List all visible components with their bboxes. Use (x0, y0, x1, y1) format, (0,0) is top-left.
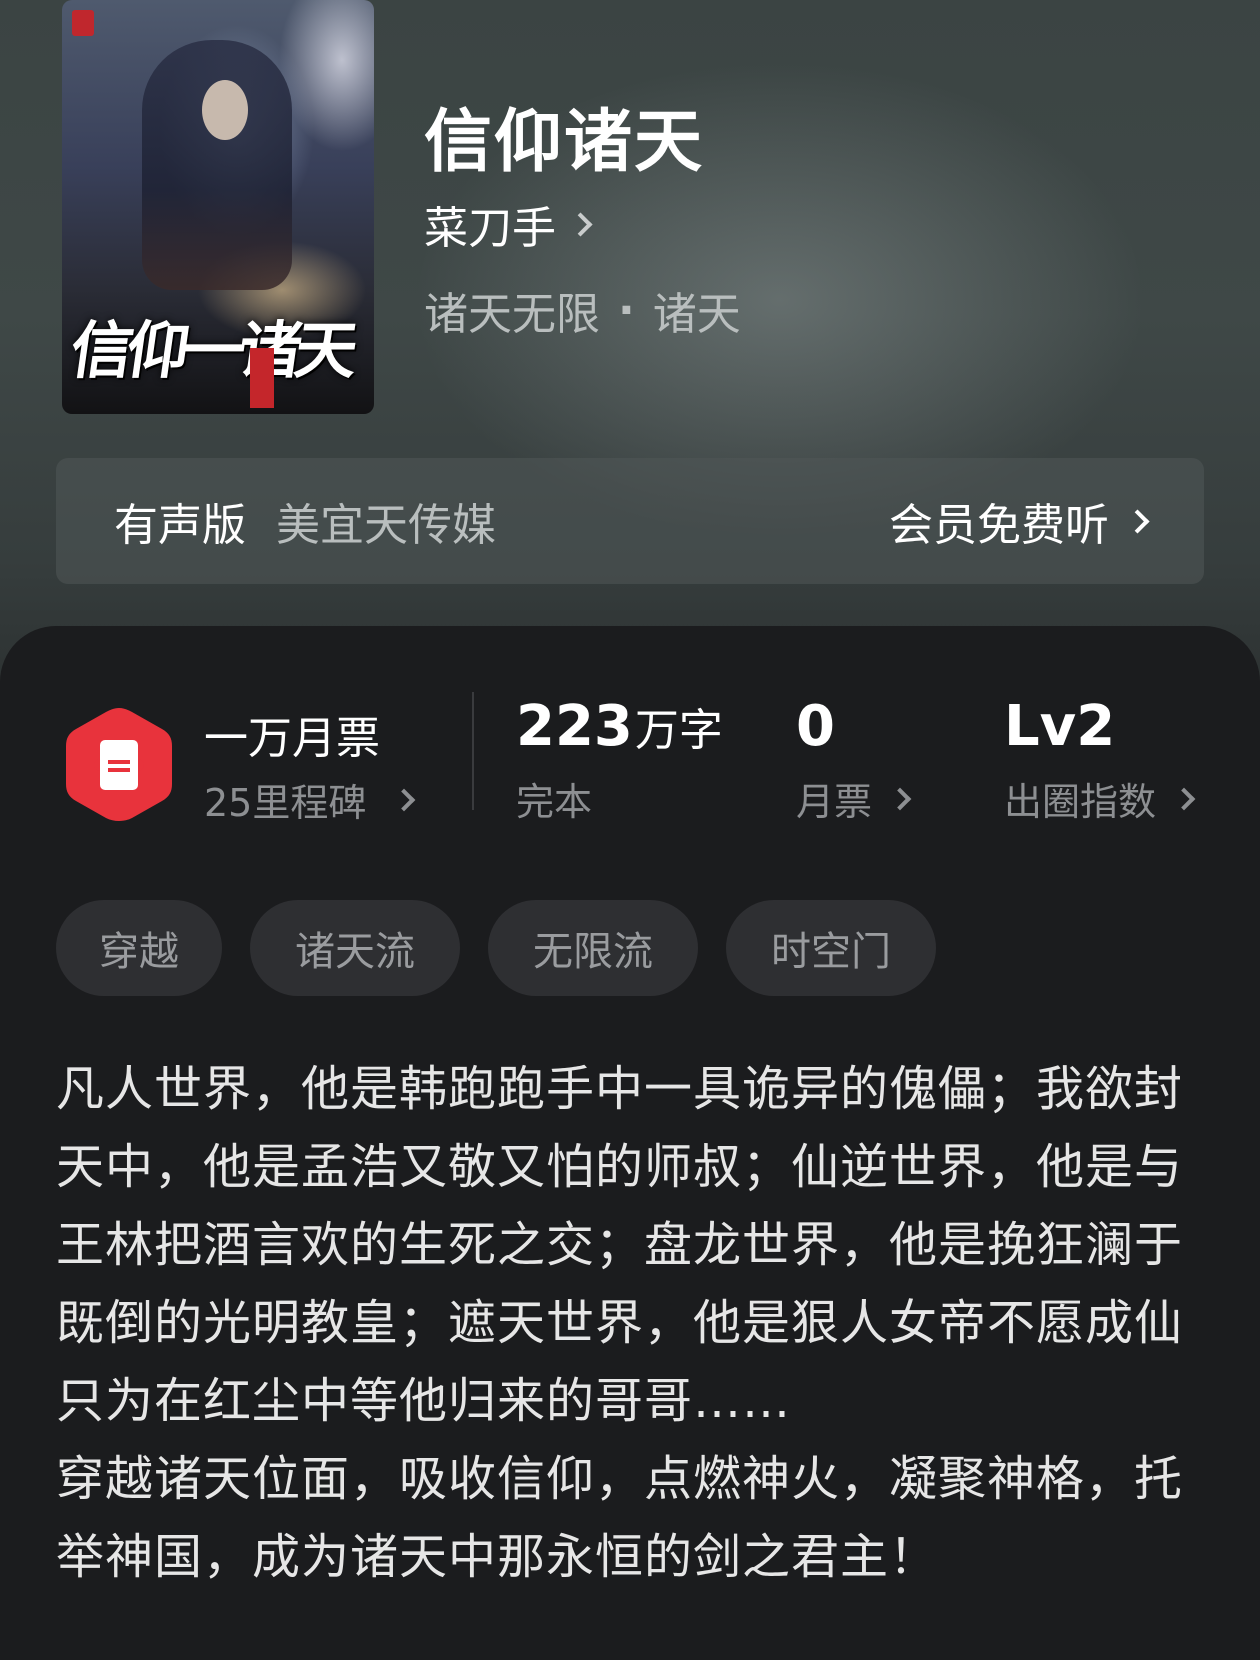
monthly-votes-label: 月票 (796, 780, 873, 824)
chevron-right-icon (1125, 508, 1150, 534)
member-free-listen-label: 会员免费听 (889, 500, 1109, 551)
genre-subcategory: 诸天 (652, 289, 741, 340)
stat-influence-index[interactable]: Lv2 出圈指数 (1004, 694, 1196, 826)
cover-seal-stamp (250, 348, 274, 408)
genre-info: 诸天无限 · 诸天 (424, 278, 741, 342)
publisher-logo-icon (72, 10, 94, 36)
ticket-milestone-subtitle: 25里程碑 (204, 781, 367, 825)
chevron-right-icon (393, 788, 416, 811)
influence-index-label: 出圈指数 (1004, 780, 1157, 824)
tag-chip[interactable]: 诸天流 (250, 900, 460, 996)
member-free-listen-button[interactable]: 会员免费听 (889, 489, 1150, 553)
chevron-right-icon (1172, 787, 1196, 810)
book-cover[interactable]: 信仰一诸天 (62, 0, 374, 414)
monthly-ticket-icon[interactable] (62, 704, 176, 826)
tag-list: 穿越 诸天流 无限流 时空门 (56, 900, 936, 996)
cover-character-face (202, 80, 248, 140)
genre-separator: · (618, 284, 635, 336)
author-link[interactable]: 菜刀手 (424, 196, 593, 254)
synopsis-paragraph: 穿越诸天位面，吸收信仰，点燃神火，凝聚神格，托举神国，成为诸天中那永恒的剑之君主… (56, 1451, 1184, 1585)
tag-chip[interactable]: 无限流 (488, 900, 698, 996)
audio-version-label: 有声版 (114, 500, 246, 551)
book-synopsis[interactable]: 凡人世界，他是韩跑跑手中一具诡异的傀儡；我欲封天中，他是孟浩又敬又怕的师叔；仙逆… (56, 1050, 1206, 1596)
ticket-milestone-title[interactable]: 一万月票 (204, 702, 380, 766)
monthly-votes-value: 0 (796, 694, 835, 759)
author-name: 菜刀手 (424, 203, 556, 254)
chevron-right-icon (888, 787, 912, 810)
audio-publisher: 美宜天传媒 (276, 500, 496, 551)
influence-index-value: Lv2 (1004, 694, 1116, 759)
stats-divider (472, 692, 474, 810)
book-title: 信仰诸天 (424, 102, 705, 182)
completion-status: 完本 (516, 780, 593, 824)
chevron-right-icon (568, 211, 593, 237)
tag-chip[interactable]: 时空门 (726, 900, 936, 996)
genre-category: 诸天无限 (424, 289, 600, 340)
word-count-value: 223 (516, 694, 633, 759)
ticket-milestone-link[interactable]: 25里程碑 (204, 772, 416, 827)
audio-version-bar[interactable]: 有声版 美宜天传媒 会员免费听 (56, 458, 1204, 584)
stat-word-count: 223 万字 完本 (516, 694, 723, 826)
word-count-unit: 万字 (634, 705, 723, 756)
tag-chip[interactable]: 穿越 (56, 900, 222, 996)
cover-character-figure (142, 40, 292, 290)
cover-title-art: 信仰一诸天 (66, 314, 357, 387)
stat-monthly-votes[interactable]: 0 月票 (796, 694, 912, 826)
synopsis-paragraph: 凡人世界，他是韩跑跑手中一具诡异的傀儡；我欲封天中，他是孟浩又敬又怕的师叔；仙逆… (56, 1061, 1184, 1429)
